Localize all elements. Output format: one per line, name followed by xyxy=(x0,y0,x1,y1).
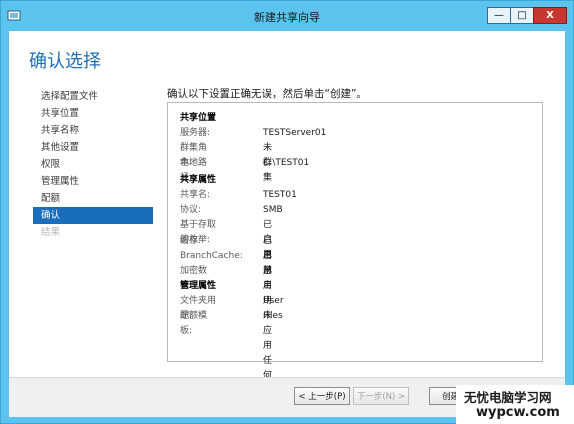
detail-row: 加密数据: 已启用 xyxy=(180,264,272,306)
page-title: 确认选择 xyxy=(29,51,101,72)
detail-key: BranchCache: xyxy=(180,250,243,261)
detail-key: 服务器: xyxy=(180,128,211,138)
detail-value: SMB xyxy=(263,205,283,216)
detail-row: 本地路径: C:\TEST01 xyxy=(180,156,309,183)
detail-row: 群集角色: 未群集 xyxy=(180,141,272,183)
section-management-properties: 管理属性 文件夹用途:User Files 配额模板:未应用任何配额 xyxy=(180,279,284,411)
confirmation-details-panel: 共享位置 服务器: TESTServer01 群集角色: 未群集 本地路径: C:\T… xyxy=(167,102,543,411)
section-title: 共享位置 xyxy=(180,113,217,123)
close-button[interactable]: X xyxy=(533,7,567,24)
nav-item-share-location[interactable]: 共享位置 xyxy=(33,105,153,122)
detail-row: 缓存: 已启用 xyxy=(180,234,272,276)
wizard-nav: 选择配置文件 共享位置 共享名称 其他设置 权限 管理属性 配额 确认 结果 xyxy=(33,88,153,241)
detail-value: TEST01 xyxy=(263,190,297,200)
watermark-line1: 无忧电脑学习网 xyxy=(464,390,552,405)
detail-row: 共享名: TEST01 xyxy=(180,188,297,203)
nav-item-confirmation[interactable]: 确认 xyxy=(33,207,153,224)
maximize-button[interactable]: □ xyxy=(510,7,534,24)
detail-key: 共享名: xyxy=(180,190,211,200)
nav-item-share-name[interactable]: 共享名称 xyxy=(33,122,153,139)
nav-item-permissions[interactable]: 权限 xyxy=(33,156,153,173)
detail-row: 协议: SMB xyxy=(180,203,283,218)
detail-value: TESTServer01 xyxy=(263,128,327,138)
minimize-icon: — xyxy=(494,9,504,21)
detail-row: 配额模板:未应用任何配额 xyxy=(180,309,272,411)
nav-item-select-profile[interactable]: 选择配置文件 xyxy=(33,88,153,105)
detail-row: 服务器: TESTServer01 xyxy=(180,126,326,141)
detail-row: BranchCache: 已禁用 xyxy=(180,249,272,291)
section-title: 共享属性 xyxy=(180,175,217,185)
detail-row: 文件夹用途: User Files xyxy=(180,294,284,321)
nav-item-management-properties[interactable]: 管理属性 xyxy=(33,173,153,190)
maximize-icon: □ xyxy=(517,9,527,21)
section-title: 管理属性 xyxy=(180,281,217,291)
detail-key: 协议: xyxy=(180,205,202,216)
nav-item-results: 结果 xyxy=(41,227,61,238)
detail-row: 基于存取的枚举: 已启用 xyxy=(180,218,272,260)
instruction-text: 确认以下设置正确无误，然后单击“创建”。 xyxy=(167,88,367,100)
detail-key: 配额模板: xyxy=(180,311,208,337)
section-share-properties: 共享属性 共享名: TEST01 协议: SMB 基于存取的枚举: 已启用 缓存: 已启… xyxy=(180,173,297,306)
site-watermark: 无忧电脑学习网 wypcw.com xyxy=(456,385,574,424)
wizard-content: 确认选择 选择配置文件 共享位置 共享名称 其他设置 权限 管理属性 配额 确认… xyxy=(9,31,565,417)
title-bar[interactable]: 新建共享向导 — □ X xyxy=(1,1,573,31)
detail-key: 缓存: xyxy=(180,235,202,246)
nav-item-quota[interactable]: 配额 xyxy=(33,190,153,207)
wizard-window: 新建共享向导 — □ X 确认选择 选择配置文件 共享位置 共享名称 其他设置 … xyxy=(0,0,574,424)
detail-value: C:\TEST01 xyxy=(263,158,310,169)
close-icon: X xyxy=(546,9,554,21)
next-button: 下一步(N) > xyxy=(353,387,409,405)
nav-item-other-settings[interactable]: 其他设置 xyxy=(33,139,153,156)
watermark-line2: wypcw.com xyxy=(476,405,560,420)
previous-button[interactable]: < 上一步(P) xyxy=(294,387,350,405)
minimize-button[interactable]: — xyxy=(487,7,511,24)
section-share-location: 共享位置 服务器: TESTServer01 群集角色: 未群集 本地路径: C:\T… xyxy=(180,111,326,183)
